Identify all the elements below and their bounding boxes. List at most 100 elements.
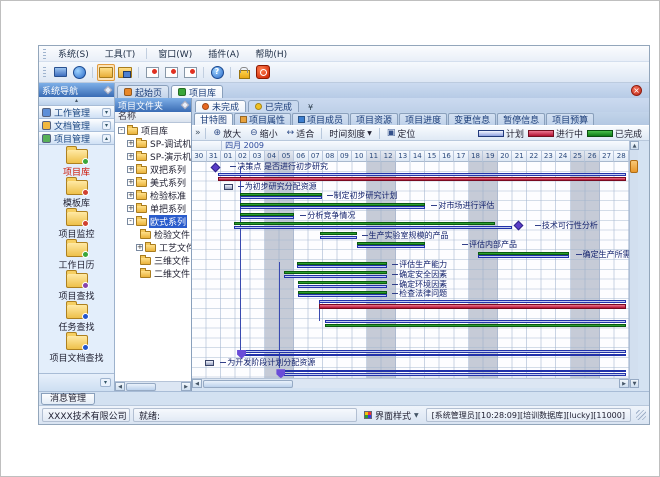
expand-plus-icon[interactable]: +	[127, 205, 134, 212]
tree-row[interactable]: +工艺文件	[115, 241, 191, 254]
gantt-bar-plan[interactable]	[284, 275, 387, 278]
sidebar-item-3[interactable]: 项目监控	[39, 210, 114, 241]
gantt-bar-plan[interactable]	[244, 350, 626, 353]
tree-row[interactable]: +检验标准	[115, 189, 191, 202]
gantt-bar-plan[interactable]	[218, 173, 626, 177]
chevron-down-icon[interactable]: ▾	[100, 378, 111, 387]
pin-icon[interactable]	[181, 101, 189, 109]
filter-overflow-button[interactable]: ¥	[305, 103, 316, 112]
resize-grip[interactable]	[636, 410, 646, 420]
gantt-bar-plan[interactable]	[240, 196, 322, 199]
filter-tab-incomplete[interactable]: 未完成	[195, 100, 246, 112]
project-tab-7[interactable]: 暂停信息	[497, 113, 545, 125]
project-tab-1[interactable]: 甘特图	[194, 113, 233, 125]
help-icon[interactable]	[208, 64, 226, 81]
folder-open-icon[interactable]	[97, 64, 115, 81]
toolbar-grip[interactable]	[43, 67, 46, 77]
sidebar-item-5[interactable]: 项目查找	[39, 272, 114, 303]
scroll-right-icon[interactable]: ▶	[181, 382, 191, 391]
sidebar-section-3[interactable]: 项目管理▴	[39, 132, 114, 145]
gantt-toolbar-button-5[interactable]: ▣定位	[383, 126, 420, 141]
tree-horizontal-scrollbar[interactable]: ◀ ▶	[115, 381, 191, 391]
sidebar-item-2[interactable]: 模板库	[39, 179, 114, 210]
gantt-bar-plan[interactable]	[478, 255, 570, 258]
collapse-minus-icon[interactable]: -	[127, 218, 134, 225]
gantt-toolbar-button-2[interactable]: ⊖缩小	[246, 126, 282, 141]
expand-plus-icon[interactable]: +	[127, 192, 134, 199]
task-box[interactable]	[205, 360, 214, 366]
window-schedule-icon[interactable]	[181, 64, 199, 81]
gantt-toolbar-button-1[interactable]: ⊕放大	[210, 126, 246, 141]
project-tab-5[interactable]: 项目进度	[399, 113, 447, 125]
tree-row[interactable]: 二维文件	[115, 267, 191, 280]
gantt-bar-plan[interactable]	[298, 285, 387, 288]
scroll-up-icon[interactable]: ▲	[630, 141, 639, 150]
gantt-bar-plan[interactable]	[357, 245, 425, 248]
tab-start-page[interactable]: 起始页	[117, 85, 169, 98]
menu-grip[interactable]	[43, 49, 46, 59]
toolbar-overflow-icon[interactable]: »	[195, 128, 201, 138]
expand-plus-icon[interactable]: +	[127, 166, 134, 173]
gantt-bar-progress[interactable]	[319, 304, 626, 309]
task-box[interactable]	[224, 184, 233, 190]
gantt-toolbar-button-4[interactable]: 时间刻度▼	[325, 126, 376, 141]
chevron-down-icon[interactable]: ▾	[102, 108, 111, 117]
tree-row[interactable]: +双把系列	[115, 163, 191, 176]
menu-item-5[interactable]: 帮助(H)	[247, 46, 295, 61]
scroll-left-icon[interactable]: ◀	[192, 379, 202, 388]
expand-plus-icon[interactable]: +	[127, 153, 134, 160]
scroll-down-icon[interactable]: ▼	[630, 379, 639, 388]
project-tab-4[interactable]: 项目资源	[350, 113, 398, 125]
filter-tab-completed[interactable]: 已完成	[248, 100, 299, 112]
tab-project-library[interactable]: 项目库	[171, 85, 223, 98]
project-tab-8[interactable]: 项目预算	[546, 113, 594, 125]
monitor-icon[interactable]	[51, 64, 69, 81]
gantt-toolbar-button-3[interactable]: ↔适合	[283, 126, 319, 141]
window-alert-icon[interactable]	[162, 64, 180, 81]
scrollbar-thumb[interactable]	[126, 383, 156, 391]
gantt-bar-plan[interactable]	[298, 294, 387, 297]
folder-computer-icon[interactable]	[116, 64, 134, 81]
expand-plus-icon[interactable]: +	[127, 179, 134, 186]
pin-icon[interactable]	[104, 86, 112, 94]
gantt-bar-plan[interactable]	[297, 265, 387, 268]
tree-row[interactable]: +SP-调试机系	[115, 137, 191, 150]
tree-row[interactable]: +SP-演示机系	[115, 150, 191, 163]
tree-row[interactable]: +美式系列	[115, 176, 191, 189]
globe-icon[interactable]	[70, 64, 88, 81]
exit-icon[interactable]	[254, 64, 272, 81]
sidebar-section-1[interactable]: 工作管理▾	[39, 106, 114, 119]
tree-row[interactable]: 检验文件	[115, 228, 191, 241]
tree-row[interactable]: +单把系列	[115, 202, 191, 215]
interface-style-button[interactable]: 界面样式 ▼	[360, 408, 423, 422]
gantt-vertical-scrollbar[interactable]: ▲ ▼	[629, 141, 638, 388]
gantt-bar-plan[interactable]	[240, 216, 294, 219]
expand-plus-icon[interactable]: +	[127, 140, 134, 147]
scroll-left-icon[interactable]: ◀	[115, 382, 125, 391]
menu-item-3[interactable]: 窗口(W)	[150, 46, 200, 61]
project-tab-3[interactable]: 项目成员	[292, 113, 349, 125]
gantt-horizontal-scrollbar[interactable]: ◀ ▶	[192, 378, 629, 388]
gantt-bar-plan[interactable]	[244, 354, 626, 357]
lock-icon[interactable]	[235, 64, 253, 81]
sidebar-section-2[interactable]: 文档管理▾	[39, 119, 114, 132]
sidebar-item-6[interactable]: 任务查找	[39, 303, 114, 334]
scroll-right-icon[interactable]: ▶	[619, 379, 629, 388]
chevron-up-icon[interactable]: ▴	[102, 134, 111, 143]
gantt-bar-plan[interactable]	[234, 226, 512, 229]
scrollbar-thumb[interactable]	[630, 160, 638, 173]
tree-row[interactable]: -项目库	[115, 124, 191, 137]
gantt-bar-done[interactable]	[325, 324, 627, 327]
expand-plus-icon[interactable]: +	[136, 244, 143, 251]
gantt-bar-plan[interactable]	[320, 236, 356, 239]
menu-item-2[interactable]: 工具(T)	[97, 46, 144, 61]
project-tab-2[interactable]: 项目属性	[234, 113, 291, 125]
tree-row[interactable]: 三维文件	[115, 254, 191, 267]
chevron-down-icon[interactable]: ▾	[102, 121, 111, 130]
project-tab-6[interactable]: 变更信息	[448, 113, 496, 125]
menu-item-4[interactable]: 插件(A)	[200, 46, 247, 61]
gantt-bar-progress[interactable]	[218, 177, 626, 181]
collapse-minus-icon[interactable]: -	[118, 127, 125, 134]
sidebar-item-4[interactable]: 工作日历	[39, 241, 114, 272]
gantt-bar-plan[interactable]	[284, 373, 626, 376]
